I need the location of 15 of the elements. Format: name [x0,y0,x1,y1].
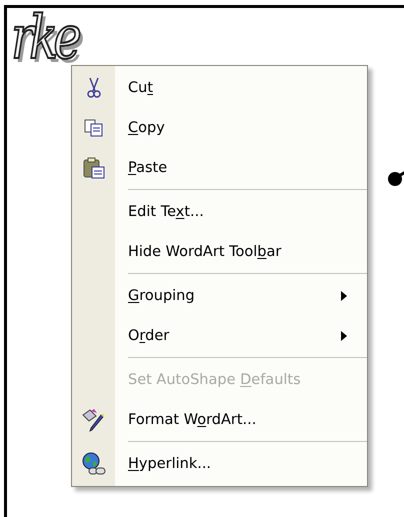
menu-item[interactable]: Hide WordArt Toolbar [72,232,367,272]
menu-item[interactable]: Grouping [72,276,367,316]
scissors-icon [86,77,100,99]
menu-item[interactable]: Format WordArt... [72,400,367,440]
menu-item[interactable]: Paste [72,148,367,188]
menu-item[interactable]: Hyperlink... [72,444,367,484]
menu-item[interactable]: Order [72,316,367,356]
globe-link-icon [80,451,106,477]
menu-item[interactable]: Cut [72,68,367,108]
paint-brush-icon [80,407,106,433]
wordart-text: rke [11,8,79,68]
clipboard-icon [82,157,104,179]
menu-item[interactable]: Copy [72,108,367,148]
copy-icon [84,119,104,137]
menu-item[interactable]: Edit Text... [72,192,367,232]
